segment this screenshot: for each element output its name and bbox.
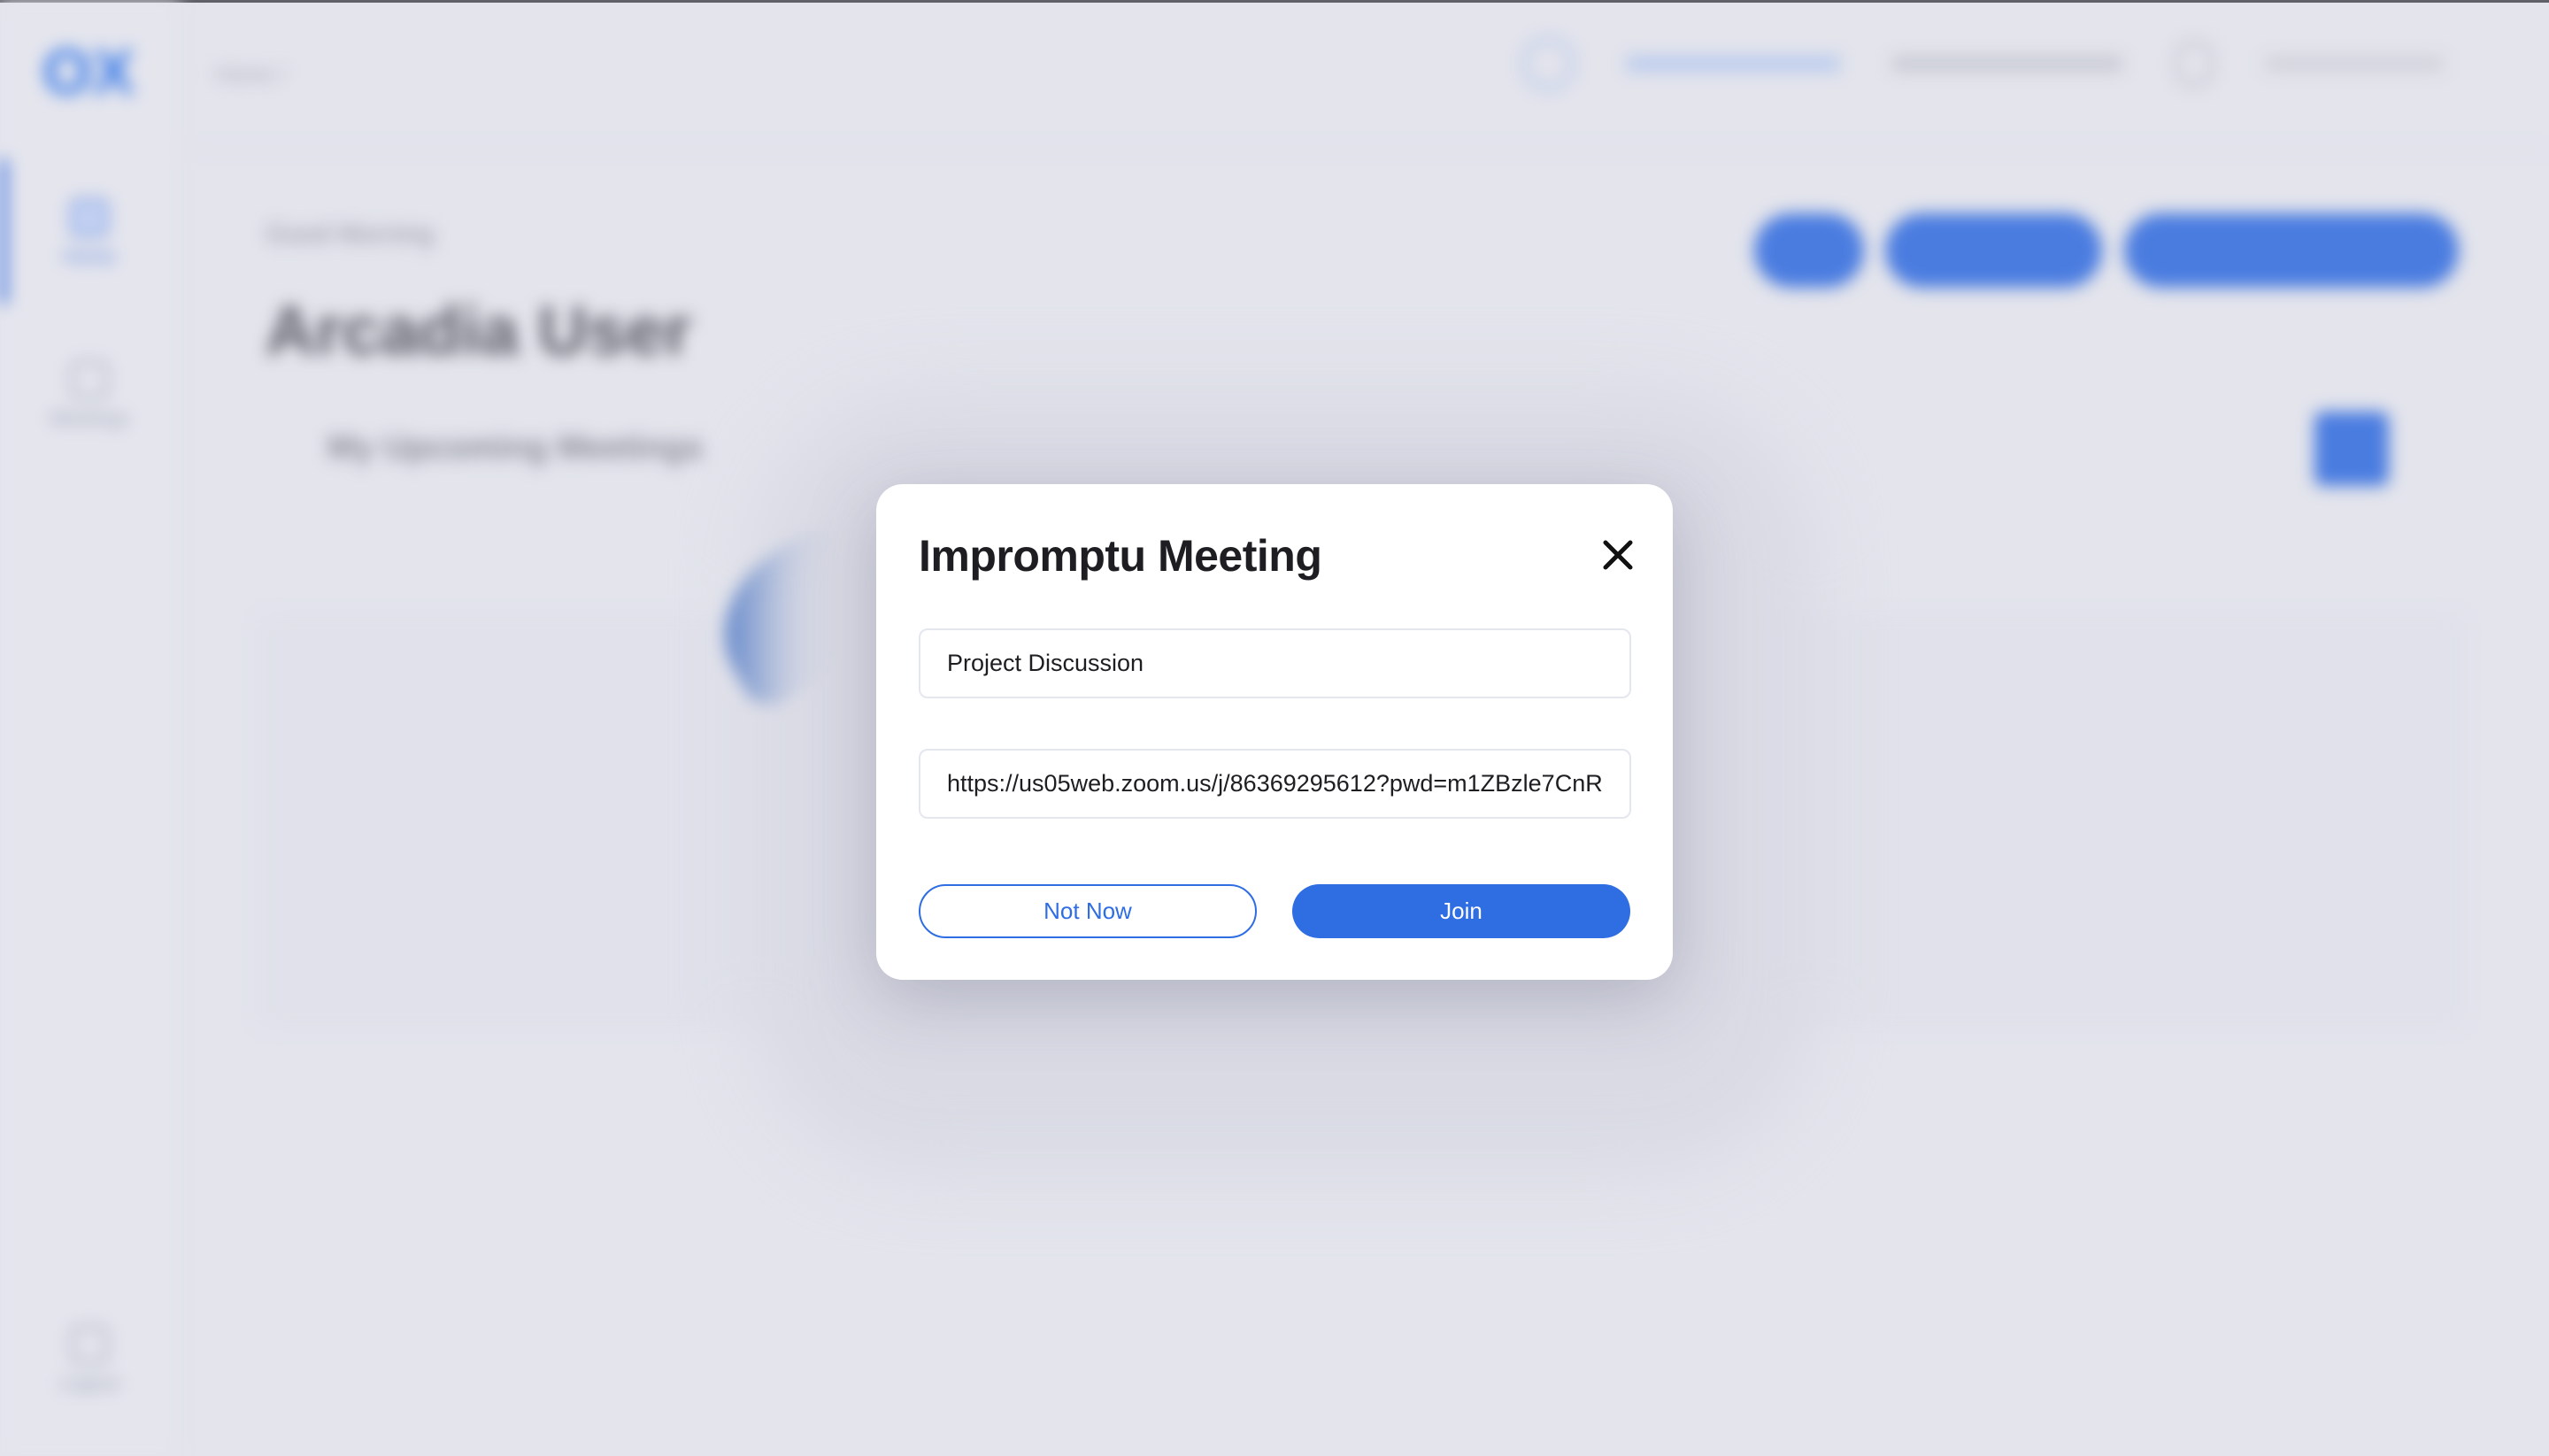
close-icon bbox=[1603, 540, 1633, 570]
header-links bbox=[1892, 57, 2122, 71]
meeting-link-input[interactable] bbox=[919, 749, 1631, 819]
notification-icon[interactable] bbox=[2176, 42, 2213, 86]
sidebar-item-label: Home bbox=[63, 245, 116, 267]
calendar-icon bbox=[71, 361, 108, 398]
status-icon bbox=[1522, 38, 1574, 89]
greeting: Good Morning bbox=[266, 220, 435, 249]
app-logo: OX bbox=[42, 37, 135, 108]
close-button[interactable] bbox=[1595, 532, 1641, 578]
progress-bar bbox=[1627, 57, 1839, 71]
action-button[interactable] bbox=[1754, 213, 1864, 288]
header-actions bbox=[1522, 38, 2443, 89]
breadcrumb: Home / bbox=[216, 63, 285, 87]
home-icon bbox=[71, 199, 108, 236]
action-button[interactable] bbox=[1885, 213, 2102, 288]
schedule-meeting-button[interactable] bbox=[2124, 213, 2459, 288]
logout-label: Logout bbox=[59, 1372, 119, 1394]
top-header: Home / bbox=[181, 3, 2549, 150]
dialog-title: Impromptu Meeting bbox=[919, 531, 1322, 581]
sidebar-item-label: Meetings bbox=[50, 407, 129, 429]
grid-view-button[interactable] bbox=[2314, 412, 2389, 486]
sidebar: OX Home Meetings Logout bbox=[0, 3, 181, 1456]
sidebar-item-home[interactable]: Home bbox=[0, 199, 179, 268]
meeting-name-input[interactable] bbox=[919, 628, 1631, 698]
impromptu-meeting-dialog: Impromptu Meeting Not Now Join bbox=[876, 484, 1673, 980]
section-title: My Upcoming Meetings bbox=[327, 429, 704, 466]
logout-icon bbox=[71, 1326, 108, 1363]
not-now-button[interactable]: Not Now bbox=[919, 884, 1257, 938]
user-menu[interactable] bbox=[2266, 57, 2443, 71]
logout-button[interactable]: Logout bbox=[0, 1326, 179, 1395]
join-button[interactable]: Join bbox=[1292, 884, 1630, 938]
sidebar-item-meetings[interactable]: Meetings bbox=[0, 361, 179, 430]
user-name: Arcadia User bbox=[266, 291, 692, 369]
